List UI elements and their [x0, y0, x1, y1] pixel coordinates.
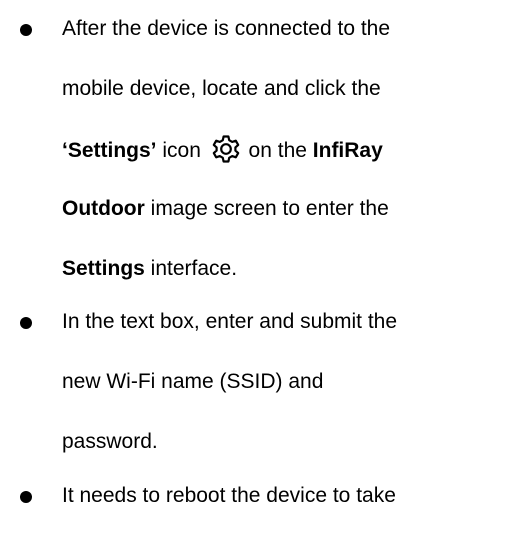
app-name-part1: InfiRay [312, 139, 383, 162]
text-line: ‘Settings’ icon on the InfiRay [62, 134, 383, 166]
text-line: Settings interface. [62, 254, 237, 284]
line-text: interface. [144, 257, 238, 280]
line-text: new Wi-Fi name (SSID) and [62, 370, 324, 393]
text-line: It needs to reboot the device to take [62, 481, 396, 511]
text-line: In the text box, enter and submit the [62, 307, 397, 337]
text-line: new Wi-Fi name (SSID) and [62, 367, 323, 397]
line-text: It needs to reboot the device to take [62, 484, 396, 507]
bullet-icon [20, 491, 32, 503]
text-line: After the device is connected to the [62, 14, 390, 44]
bullet-icon [20, 24, 32, 36]
line-text: In the text box, enter and submit the [62, 310, 398, 333]
bullet-icon [20, 317, 32, 329]
line-text: After the device is connected to the [62, 17, 391, 40]
text-line: mobile device, locate and click the [62, 74, 381, 104]
settings-quoted-label: ‘Settings’ [62, 139, 157, 162]
line-text: image screen to enter the [144, 197, 389, 220]
line-text: on the [242, 139, 313, 162]
line-text: icon [156, 139, 207, 162]
line-text: mobile device, locate and click the [62, 77, 381, 100]
gear-icon [211, 134, 241, 164]
text-line: password. [62, 427, 158, 457]
app-name-part2: Outdoor [62, 197, 145, 220]
line-text: password. [62, 430, 158, 453]
text-line: Outdoor image screen to enter the [62, 194, 389, 224]
document-page: After the device is connected to the mob… [0, 0, 510, 534]
settings-label: Settings [62, 257, 145, 280]
